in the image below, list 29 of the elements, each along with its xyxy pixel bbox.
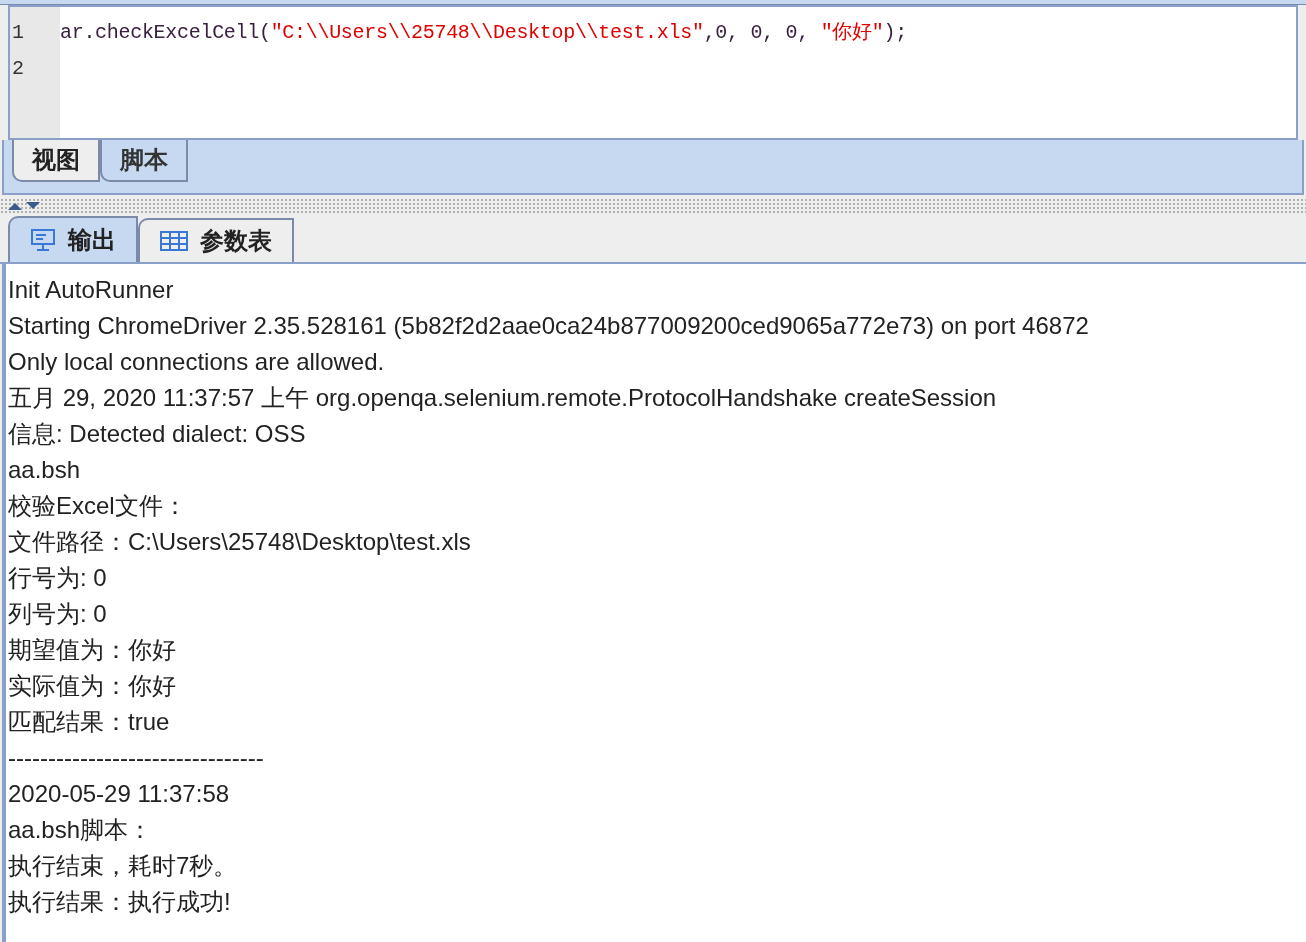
output-line: 文件路径：C:\Users\25748\Desktop\test.xls: [8, 527, 472, 557]
table-icon: [160, 231, 188, 251]
editor-tab[interactable]: 脚本: [100, 140, 188, 182]
code-line: ar.checkExcelCell("C:\\Users\\25748\\Desktop\\test.xls",0, 0, 0, "你好");: [60, 20, 908, 46]
collapse-up-icon[interactable]: [8, 202, 22, 210]
output-line: 行号为: 0: [8, 563, 108, 593]
monitor-icon: [30, 228, 56, 252]
output-line: aa.bsh: [8, 455, 82, 485]
output-line: 五月 29, 2020 11:37:57 上午 org.openqa.selenium.remote.ProtocolHandshake createSession: [8, 383, 998, 413]
output-tab[interactable]: 参数表: [138, 218, 294, 262]
output-line: --------------------------------: [8, 743, 265, 773]
editor-tab[interactable]: 视图: [12, 140, 100, 182]
collapse-down-icon[interactable]: [26, 202, 40, 210]
output-line: 校验Excel文件：: [8, 491, 188, 521]
output-line: 执行结束，耗时7秒。: [8, 851, 239, 881]
line-number: 2: [11, 56, 25, 82]
output-line: 执行结果：执行成功!: [8, 887, 232, 917]
output-line: Starting ChromeDriver 2.35.528161 (5b82f2d2aae0ca24b877009200ced9065a772e73) on port 46872: [8, 311, 1090, 341]
output-tab[interactable]: 输出: [8, 216, 138, 262]
output-line: aa.bsh脚本：: [8, 815, 154, 845]
output-line: Only local connections are allowed.: [8, 347, 386, 377]
output-line: 匹配结果：true: [8, 707, 171, 737]
output-line: 期望值为：你好: [8, 635, 177, 665]
output-line: 2020-05-29 11:37:58: [8, 779, 231, 809]
line-number: 1: [11, 20, 25, 46]
output-line: Init AutoRunner: [8, 275, 175, 305]
output-line: 实际值为：你好: [8, 671, 177, 701]
output-line: 列号为: 0: [8, 599, 108, 629]
output-line: 信息: Detected dialect: OSS: [8, 419, 307, 449]
